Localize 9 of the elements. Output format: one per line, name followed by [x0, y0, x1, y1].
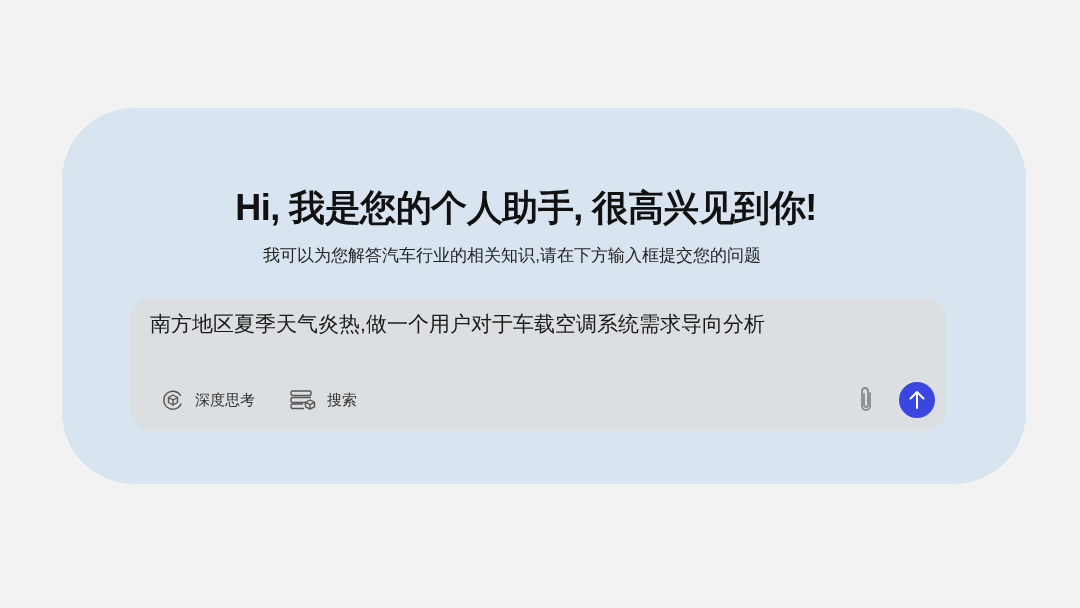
arrow-up-icon	[909, 391, 925, 409]
send-button[interactable]	[899, 382, 935, 418]
cube-in-circle-icon	[162, 389, 184, 411]
greeting-heading: Hi, 我是您的个人助手, 很高兴见到你!	[235, 188, 817, 228]
message-input[interactable]: 南方地区夏季天气炎热,做一个用户对于车载空调系统需求导向分析	[140, 307, 936, 357]
stack-cube-icon	[290, 390, 316, 410]
search-button[interactable]: 搜索	[290, 386, 357, 414]
deep-think-button[interactable]: 深度思考	[162, 386, 255, 414]
subtitle-text: 我可以为您解答汽车行业的相关知识,请在下方输入框提交您的问题	[263, 245, 761, 267]
